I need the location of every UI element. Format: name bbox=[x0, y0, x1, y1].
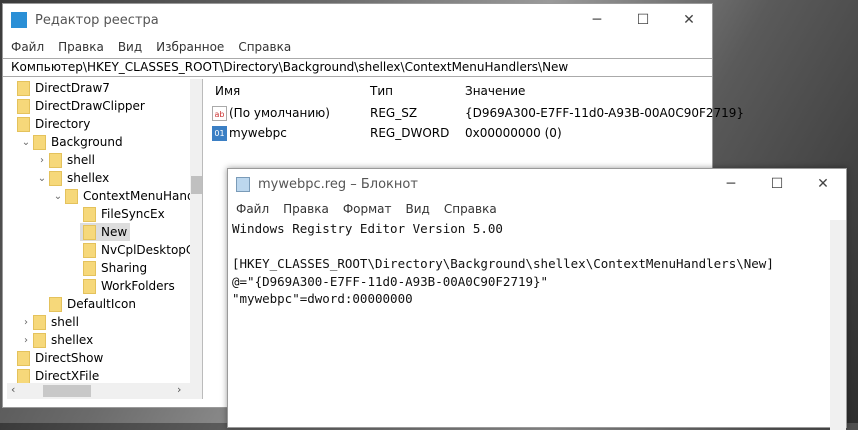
notepad-window: mywebpc.reg – Блокнот ─ ☐ ✕ Файл Правка Фо… bbox=[227, 168, 847, 430]
tree-node[interactable]: › shellex bbox=[19, 331, 93, 349]
chevron-down-icon[interactable]: ⌄ bbox=[35, 173, 49, 184]
list-row[interactable]: 01 mywebpc REG_DWORD 0x00000000 (0) bbox=[208, 123, 708, 143]
minimize-button[interactable]: ─ bbox=[574, 12, 620, 28]
menu-file[interactable]: Файл bbox=[236, 202, 269, 216]
list-header: Имя Тип Значение bbox=[208, 81, 708, 101]
folder-icon bbox=[17, 116, 30, 132]
folder-icon bbox=[83, 242, 96, 258]
tree-node[interactable]: ⌄ ContextMenuHand bbox=[51, 187, 195, 205]
text-line: "mywebpc"=dword:00000000 bbox=[232, 291, 413, 306]
title-bar: Редактор реестра ─ ☐ ✕ bbox=[3, 4, 712, 36]
tree-node-selected[interactable]: New bbox=[80, 223, 131, 241]
menu-view[interactable]: Вид bbox=[118, 40, 142, 54]
folder-icon bbox=[49, 170, 62, 186]
menu-bar: Файл Правка Формат Вид Справка bbox=[228, 199, 846, 219]
maximize-button[interactable]: ☐ bbox=[620, 12, 666, 28]
tree-node[interactable]: Sharing bbox=[83, 259, 147, 277]
menu-edit[interactable]: Правка bbox=[58, 40, 104, 54]
folder-icon bbox=[65, 188, 78, 204]
tree-node[interactable]: › shell bbox=[19, 313, 79, 331]
column-value[interactable]: Значение bbox=[465, 84, 525, 98]
menu-format[interactable]: Формат bbox=[343, 202, 392, 216]
tree-vertical-scrollbar[interactable] bbox=[190, 79, 202, 383]
vertical-scrollbar[interactable] bbox=[830, 220, 846, 430]
close-button[interactable]: ✕ bbox=[800, 176, 846, 192]
tree-node[interactable]: NvCplDesktopC bbox=[83, 241, 194, 259]
maximize-button[interactable]: ☐ bbox=[754, 176, 800, 192]
chevron-right-icon[interactable]: › bbox=[19, 335, 33, 346]
tree-node[interactable]: DirectDraw7 bbox=[17, 79, 110, 97]
folder-icon bbox=[33, 314, 46, 330]
folder-icon bbox=[33, 332, 46, 348]
folder-icon bbox=[49, 152, 62, 168]
folder-icon bbox=[17, 80, 30, 96]
minimize-button[interactable]: ─ bbox=[708, 176, 754, 192]
scroll-left-icon[interactable]: ‹ bbox=[11, 383, 15, 396]
folder-icon bbox=[17, 368, 30, 384]
chevron-right-icon[interactable]: › bbox=[19, 317, 33, 328]
tree-node[interactable]: DirectDrawClipper bbox=[17, 97, 145, 115]
title-bar: mywebpc.reg – Блокнот ─ ☐ ✕ bbox=[228, 169, 846, 199]
menu-view[interactable]: Вид bbox=[406, 202, 430, 216]
tree-node[interactable]: DefaultIcon bbox=[35, 295, 136, 313]
chevron-down-icon[interactable]: ⌄ bbox=[51, 191, 65, 202]
scroll-right-icon[interactable]: › bbox=[177, 383, 181, 396]
scroll-thumb[interactable] bbox=[191, 176, 202, 194]
column-type[interactable]: Тип bbox=[370, 84, 393, 98]
menu-favorites[interactable]: Избранное bbox=[156, 40, 224, 54]
text-line: @="{D969A300-E7FF-11d0-A93B-00A0C90F2719… bbox=[232, 273, 549, 289]
tree-node[interactable]: Directory bbox=[17, 115, 90, 133]
text-line: Windows Registry Editor Version 5.00 bbox=[232, 221, 503, 236]
tree-horizontal-scrollbar[interactable]: ‹ › bbox=[7, 383, 202, 399]
chevron-down-icon[interactable]: ⌄ bbox=[19, 137, 33, 148]
folder-icon bbox=[83, 260, 96, 276]
regedit-app-icon bbox=[11, 12, 27, 28]
scroll-thumb[interactable] bbox=[43, 385, 91, 397]
menu-bar: Файл Правка Вид Избранное Справка bbox=[3, 36, 712, 58]
folder-icon bbox=[83, 278, 96, 294]
folder-icon bbox=[17, 98, 30, 114]
binary-value-icon: 01 bbox=[212, 125, 227, 141]
menu-help[interactable]: Справка bbox=[444, 202, 497, 216]
text-line: [HKEY_CLASSES_ROOT\Directory\Background\… bbox=[232, 256, 774, 271]
window-title: mywebpc.reg – Блокнот bbox=[258, 176, 418, 192]
string-value-icon: ab bbox=[212, 105, 227, 121]
folder-icon bbox=[83, 224, 96, 240]
close-button[interactable]: ✕ bbox=[666, 12, 712, 28]
address-bar[interactable]: Компьютер\HKEY_CLASSES_ROOT\Directory\Ba… bbox=[3, 58, 712, 77]
menu-edit[interactable]: Правка bbox=[283, 202, 329, 216]
chevron-right-icon[interactable]: › bbox=[35, 155, 49, 166]
folder-icon bbox=[17, 350, 30, 366]
column-name[interactable]: Имя bbox=[215, 84, 240, 98]
folder-icon bbox=[83, 206, 96, 222]
folder-icon bbox=[49, 296, 62, 312]
window-title: Редактор реестра bbox=[35, 12, 159, 28]
folder-icon bbox=[33, 134, 46, 150]
menu-file[interactable]: Файл bbox=[11, 40, 44, 54]
list-row[interactable]: ab (По умолчанию) REG_SZ {D969A300-E7FF-1… bbox=[208, 103, 744, 123]
key-tree: DirectDraw7 DirectDrawClipper Directory … bbox=[7, 79, 203, 399]
notepad-app-icon bbox=[236, 176, 250, 192]
tree-node[interactable]: ⌄ shellex bbox=[35, 169, 109, 187]
text-editor[interactable]: Windows Registry Editor Version 5.00 [HK… bbox=[232, 220, 832, 308]
tree-node[interactable]: WorkFolders bbox=[83, 277, 175, 295]
tree-node[interactable]: › shell bbox=[35, 151, 95, 169]
tree-node[interactable]: FileSyncEx bbox=[83, 205, 165, 223]
tree-node[interactable]: ⌄ Background bbox=[19, 133, 123, 151]
tree-node[interactable]: DirectShow bbox=[17, 349, 103, 367]
menu-help[interactable]: Справка bbox=[238, 40, 291, 54]
text-line bbox=[232, 238, 832, 256]
